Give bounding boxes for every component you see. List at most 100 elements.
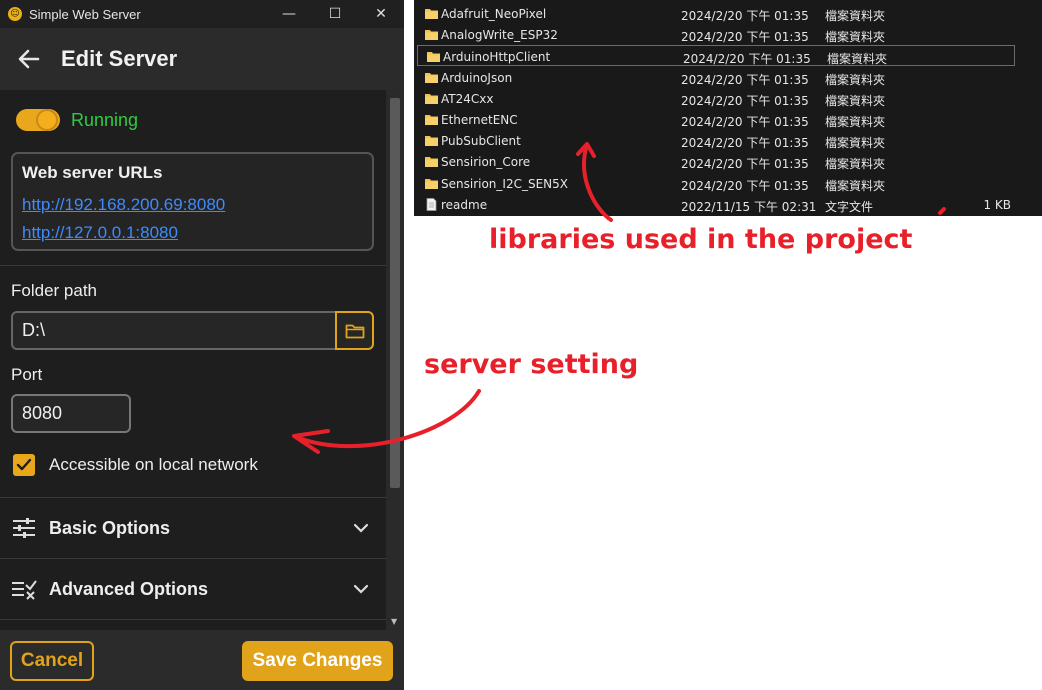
url-link[interactable]: http://127.0.0.1:8080 [22, 223, 178, 243]
file-type: 檔案資料夾 [825, 30, 886, 45]
file-type: 檔案資料夾 [825, 157, 886, 172]
port-input[interactable]: 8080 [11, 394, 131, 433]
file-type: 檔案資料夾 [827, 52, 888, 67]
folder-icon [345, 324, 364, 338]
minimize-button[interactable]: — [266, 0, 312, 28]
file-row[interactable]: Sensirion_I2C_SEN5X 2024/2/20 下午 01:35 檔案資… [416, 173, 1016, 194]
folder-path-input[interactable]: D:\ [11, 311, 337, 350]
file-date: 2024/2/20 下午 01:35 [681, 9, 809, 23]
file-name: AnalogWrite_ESP32 [441, 28, 558, 43]
file-row[interactable]: readme 2022/11/15 下午 02:31 文字文件 1 KB [416, 194, 1016, 215]
basic-options-label: Basic Options [49, 517, 171, 538]
screenshot-canvas: ☺ Simple Web Server — ☐ ✕ Edit Server Ru… [0, 0, 1042, 690]
file-type: 檔案資料夾 [825, 93, 886, 108]
chevron-down-icon [351, 579, 371, 599]
browse-folder-button[interactable] [335, 311, 374, 350]
file-name: EthernetENC [441, 113, 518, 127]
libraries-annotation: libraries used in the project [489, 224, 913, 255]
app-window: ☺ Simple Web Server — ☐ ✕ Edit Server Ru… [0, 0, 404, 690]
arrow-left-icon [18, 49, 40, 69]
running-status: Running [16, 109, 138, 131]
file-name: Sensirion_Core [441, 155, 531, 170]
file-row[interactable]: AT24Cxx 2024/2/20 下午 01:35 檔案資料夾 [416, 88, 1016, 109]
file-name: PubSubClient [441, 134, 521, 149]
file-date: 2024/2/20 下午 01:35 [681, 30, 809, 45]
file-type: 檔案資料夾 [825, 178, 886, 193]
file-size: 1 KB [983, 197, 1011, 212]
file-date: 2024/2/20 下午 01:35 [683, 52, 811, 67]
local-network-checkbox[interactable] [13, 454, 35, 476]
folder-icon [427, 52, 440, 63]
file-date: 2024/2/20 下午 01:35 [681, 72, 809, 87]
back-button[interactable] [14, 44, 44, 74]
folder-icon [425, 72, 438, 83]
page-header: Edit Server [0, 28, 404, 90]
chevron-down-icon [351, 518, 371, 538]
file-date: 2022/11/15 下午 02:31 [681, 199, 817, 214]
page-title: Edit Server [61, 46, 178, 71]
file-explorer-list: Adafruit_NeoPixel 2024/2/20 下午 01:35 檔案資料夾… [414, 0, 1042, 216]
file-type: 文字文件 [825, 199, 874, 214]
folder-icon [425, 178, 438, 189]
file-date: 2024/2/20 下午 01:35 [681, 93, 809, 108]
status-label: Running [71, 109, 139, 130]
window-title: Simple Web Server [29, 6, 141, 22]
maximize-button[interactable]: ☐ [312, 0, 358, 28]
file-type: 檔案資料夾 [825, 136, 886, 151]
file-row[interactable]: ArduinoHttpClient 2024/2/20 下午 01:35 檔案資料夾 [417, 45, 1015, 67]
folder-icon [425, 136, 438, 147]
folder-icon [425, 93, 438, 104]
file-name: ArduinoHttpClient [443, 50, 551, 65]
window-controls: — ☐ ✕ [266, 0, 404, 28]
urls-title: Web server URLs [22, 163, 163, 182]
file-type: 檔案資料夾 [825, 9, 886, 23]
app-logo-icon: ☺ [8, 7, 22, 21]
folder-icon [425, 157, 438, 168]
running-toggle[interactable] [16, 109, 60, 131]
advanced-options-section[interactable]: Advanced Options [0, 559, 386, 619]
file-name: Sensirion_I2C_SEN5X [441, 176, 568, 191]
local-network-option: Accessible on local network [13, 454, 258, 476]
file-date: 2024/2/20 下午 01:35 [681, 115, 809, 129]
local-network-label: Accessible on local network [49, 455, 258, 474]
file-row[interactable]: ArduinoJson 2024/2/20 下午 01:35 檔案資料夾 [416, 67, 1016, 88]
file-name: readme [441, 197, 488, 212]
divider [0, 619, 386, 620]
file-type: 檔案資料夾 [825, 115, 886, 129]
title-bar: ☺ Simple Web Server — ☐ ✕ [0, 0, 404, 28]
folder-icon [425, 9, 438, 19]
sliders-icon [11, 515, 37, 541]
toggle-knob [36, 109, 58, 131]
text-file-icon [426, 197, 437, 211]
footer-bar: Cancel Save Changes [0, 630, 404, 690]
cancel-button[interactable]: Cancel [10, 641, 94, 681]
file-row[interactable]: Adafruit_NeoPixel 2024/2/20 下午 01:35 檔案資料夾 [416, 3, 1016, 24]
file-date: 2024/2/20 下午 01:35 [681, 157, 809, 172]
settings-panel: Running Web server URLs http://192.168.2… [0, 90, 386, 630]
file-row[interactable]: PubSubClient 2024/2/20 下午 01:35 檔案資料夾 [416, 130, 1016, 151]
file-type: 檔案資料夾 [825, 72, 886, 87]
folder-path-label: Folder path [11, 281, 97, 300]
vertical-scrollbar[interactable]: ▼ [386, 90, 404, 630]
url-link[interactable]: http://192.168.200.69:8080 [22, 195, 225, 215]
file-row[interactable]: Sensirion_Core 2024/2/20 下午 01:35 檔案資料夾 [416, 151, 1016, 172]
port-label: Port [11, 365, 43, 384]
file-row[interactable]: AnalogWrite_ESP32 2024/2/20 下午 01:35 檔案資料夾 [416, 24, 1016, 45]
scroll-down-icon[interactable]: ▼ [391, 617, 397, 626]
scrollbar-thumb[interactable] [390, 98, 400, 488]
close-button[interactable]: ✕ [358, 0, 404, 28]
web-server-urls: Web server URLs http://192.168.200.69:80… [11, 152, 374, 251]
advanced-options-label: Advanced Options [49, 578, 209, 599]
folder-icon [425, 115, 438, 125]
server-annotation: server setting [424, 349, 639, 380]
file-date: 2024/2/20 下午 01:35 [681, 178, 809, 193]
list-check-icon [11, 576, 37, 602]
file-row[interactable]: EthernetENC 2024/2/20 下午 01:35 檔案資料夾 [416, 109, 1016, 130]
save-changes-button[interactable]: Save Changes [242, 641, 393, 681]
file-date: 2024/2/20 下午 01:35 [681, 136, 809, 151]
file-name: AT24Cxx [441, 91, 494, 106]
file-name: Adafruit_NeoPixel [441, 7, 547, 21]
divider [0, 265, 386, 266]
file-name: ArduinoJson [441, 70, 513, 85]
basic-options-section[interactable]: Basic Options [0, 498, 386, 558]
